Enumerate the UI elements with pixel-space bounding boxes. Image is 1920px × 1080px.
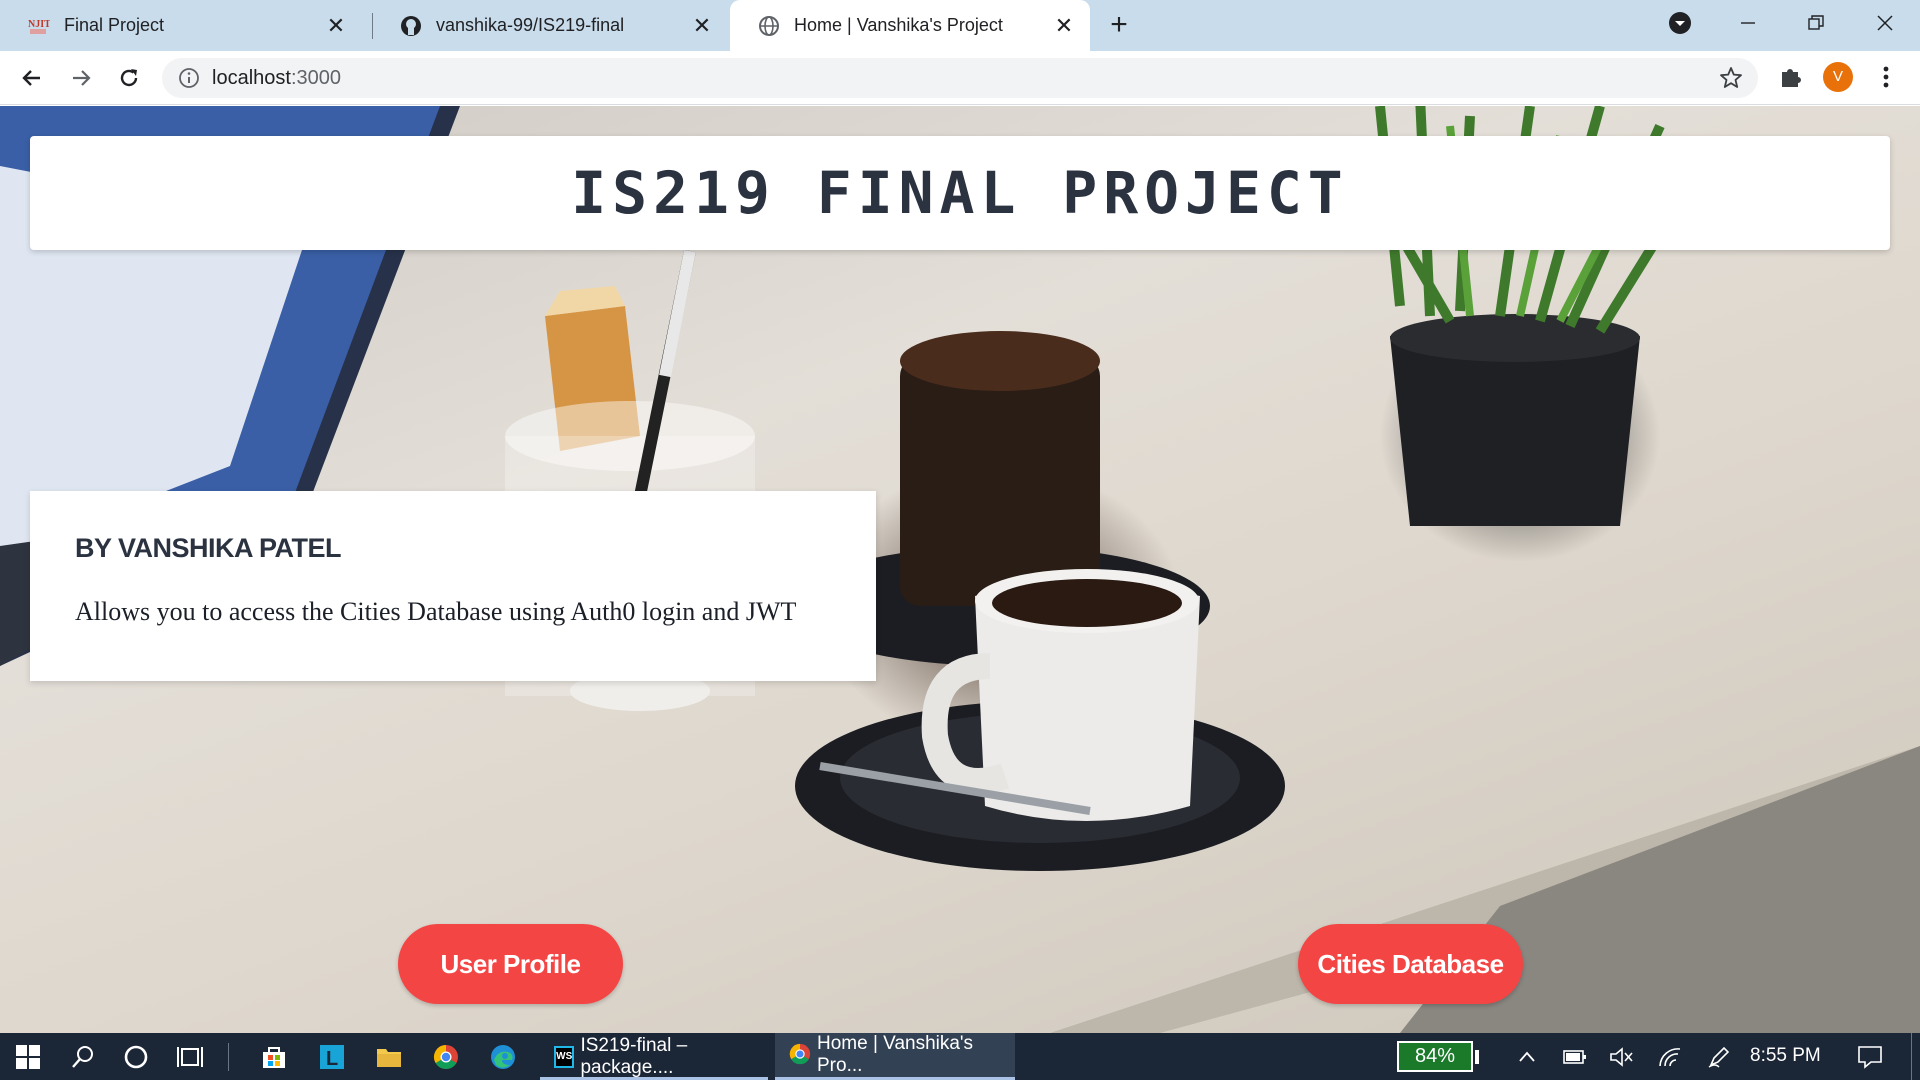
- tab-final-project[interactable]: NJIT Final Project ✕: [0, 0, 362, 51]
- tab-title: vanshika-99/IS219-final: [436, 15, 625, 35]
- windows-taskbar: L WS IS219-final – package.... Home | Va…: [0, 1033, 1920, 1080]
- github-icon: [400, 15, 422, 37]
- close-icon[interactable]: ✕: [690, 14, 714, 38]
- lens-app-icon[interactable]: L: [312, 1033, 352, 1080]
- extensions-puzzle-icon[interactable]: [1776, 62, 1806, 92]
- microsoft-store-icon[interactable]: [254, 1033, 294, 1080]
- tab-search-dropdown-icon[interactable]: [1657, 8, 1703, 38]
- taskbar-divider: [226, 1033, 230, 1080]
- close-icon[interactable]: ✕: [1052, 14, 1076, 38]
- cortana-circle-icon[interactable]: [116, 1033, 156, 1080]
- taskbar-app-chrome[interactable]: Home | Vanshika's Pro...: [775, 1033, 1015, 1080]
- system-clock[interactable]: 8:55 PM: [1750, 1045, 1821, 1067]
- page-viewport: IS219 FINAL PROJECT BY VANSHIKA PATEL Al…: [0, 106, 1920, 1033]
- kebab-menu-icon[interactable]: [1874, 62, 1898, 92]
- edge-icon[interactable]: [483, 1033, 523, 1080]
- project-description: Allows you to access the Cities Database…: [75, 597, 797, 626]
- address-bar[interactable]: localhost:3000: [162, 58, 1758, 98]
- battery-nub: [1473, 1033, 1481, 1080]
- reload-icon[interactable]: [112, 61, 146, 95]
- new-tab-plus-icon[interactable]: +: [1103, 10, 1135, 42]
- speaker-muted-icon[interactable]: [1605, 1033, 1639, 1080]
- restore-icon[interactable]: [1793, 8, 1839, 38]
- profile-avatar[interactable]: V: [1823, 62, 1853, 92]
- task-view-icon[interactable]: [170, 1033, 210, 1080]
- wifi-icon[interactable]: [1653, 1033, 1687, 1080]
- forward-arrow-icon[interactable]: [64, 61, 98, 95]
- taskbar-app-label: Home | Vanshika's Pro...: [817, 1033, 974, 1076]
- svg-text:L: L: [326, 1048, 338, 1070]
- globe-icon: [758, 15, 780, 37]
- page-title: IS219 FINAL PROJECT: [571, 159, 1349, 227]
- author-byline: BY VANSHIKA PATEL: [75, 533, 342, 563]
- pen-ink-icon[interactable]: [1702, 1033, 1736, 1080]
- url-port: :3000: [290, 67, 341, 89]
- browser-toolbar: localhost:3000: [0, 51, 1920, 105]
- tab-github-repo[interactable]: vanshika-99/IS219-final ✕: [372, 0, 728, 51]
- back-arrow-icon[interactable]: [15, 61, 49, 95]
- browser-tab-strip: NJIT Final Project ✕ vanshika-99/IS219-f…: [0, 0, 1920, 51]
- battery-icon[interactable]: [1558, 1033, 1592, 1080]
- header-card: IS219 FINAL PROJECT: [30, 136, 1890, 250]
- chevron-up-icon[interactable]: [1510, 1033, 1544, 1080]
- notification-center-icon[interactable]: [1852, 1033, 1888, 1080]
- url-text: localhost:3000: [212, 67, 341, 90]
- tab-home-active[interactable]: Home | Vanshika's Project ✕: [730, 0, 1090, 51]
- webstorm-icon: WS: [554, 1045, 575, 1068]
- author-info-card: BY VANSHIKA PATEL Allows you to access t…: [30, 491, 876, 681]
- window-close-icon[interactable]: [1862, 8, 1908, 38]
- tab-title: Final Project: [64, 15, 165, 35]
- search-icon[interactable]: [63, 1033, 103, 1080]
- minimize-icon[interactable]: [1725, 8, 1771, 38]
- windows-start-icon[interactable]: [8, 1033, 48, 1080]
- cities-database-button[interactable]: Cities Database: [1298, 924, 1523, 1004]
- tab-title: Home | Vanshika's Project: [794, 15, 1003, 35]
- user-profile-button[interactable]: User Profile: [398, 924, 623, 1004]
- close-icon[interactable]: ✕: [324, 14, 348, 38]
- chrome-icon: [789, 1043, 811, 1071]
- file-explorer-icon[interactable]: [369, 1033, 409, 1080]
- url-host: localhost: [212, 67, 291, 89]
- chrome-icon[interactable]: [426, 1033, 466, 1080]
- battery-percentage[interactable]: 84%: [1397, 1041, 1473, 1072]
- show-desktop-edge[interactable]: [1910, 1033, 1912, 1080]
- svg-text:NJIT: NJIT: [28, 19, 50, 30]
- site-info-icon[interactable]: [178, 67, 200, 89]
- bookmark-star-icon[interactable]: [1718, 65, 1744, 91]
- njit-logo-icon: NJIT: [28, 15, 50, 37]
- taskbar-app-label: IS219-final – package....: [580, 1034, 688, 1078]
- taskbar-app-webstorm[interactable]: WS IS219-final – package....: [540, 1033, 768, 1080]
